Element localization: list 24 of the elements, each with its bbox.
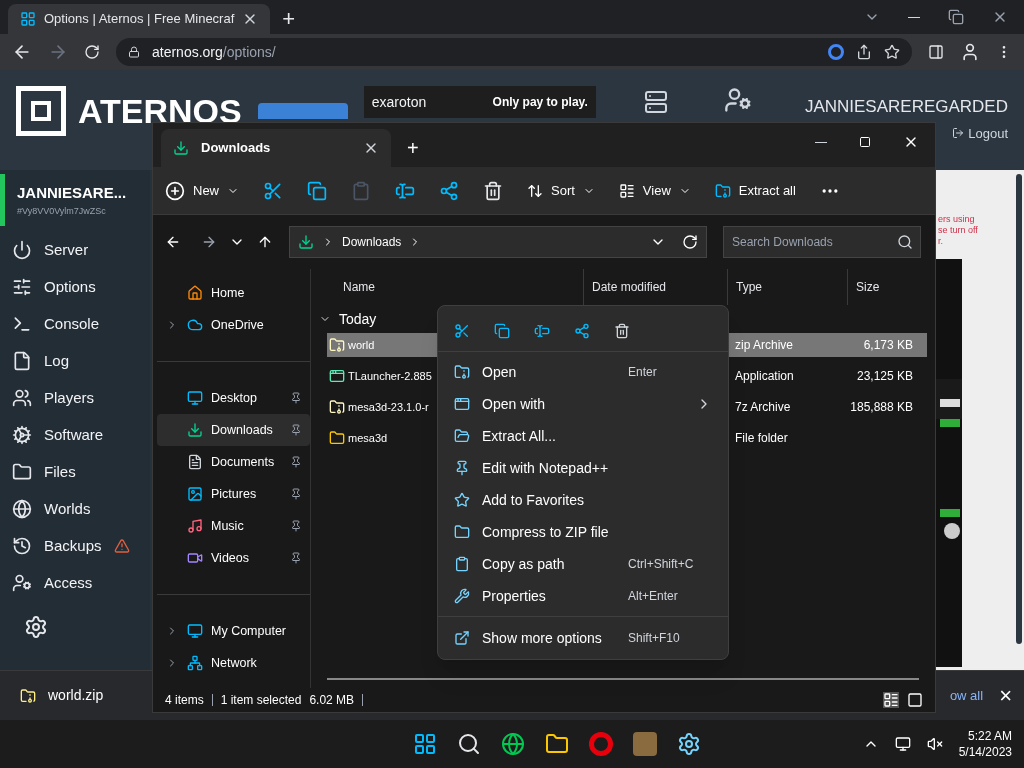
file-name: mesa3d-23.1.0-r (348, 399, 429, 415)
username: JANNIESAREREGARDED (804, 96, 1008, 118)
file-size: 6,173 KB (862, 337, 913, 354)
file-name: world (348, 337, 375, 353)
item-count: 4 items (165, 692, 204, 709)
file-type: 7z Archive (734, 399, 792, 416)
url-text: aternos.org/options/ (152, 42, 276, 62)
file-size: 185,888 KB (849, 399, 913, 416)
group-header: Today (339, 309, 377, 329)
file-type: zip Archive (734, 337, 795, 354)
file-size: 23,125 KB (855, 368, 913, 385)
server-id: #Vy8VV0Vylm7JwZSc (17, 204, 107, 218)
selection-status: 1 item selected (220, 692, 302, 709)
server-name: JANNIESARE... (17, 183, 128, 203)
logo-text: ATERNOS (78, 94, 242, 128)
tab-title: Options | Aternos | Free Minecraf (44, 10, 235, 29)
ad-brand: exaroton (371, 92, 427, 112)
file-name: mesa3d (348, 430, 388, 446)
file-name: TLauncher-2.885 (348, 368, 432, 384)
file-type: Application (734, 368, 795, 385)
ad-tagline: Only pay to play. (492, 94, 588, 111)
notice-text: ers using se turn off r. (937, 214, 979, 247)
selection-size: 6.02 MB (309, 692, 355, 709)
file-type: File folder (734, 430, 789, 447)
